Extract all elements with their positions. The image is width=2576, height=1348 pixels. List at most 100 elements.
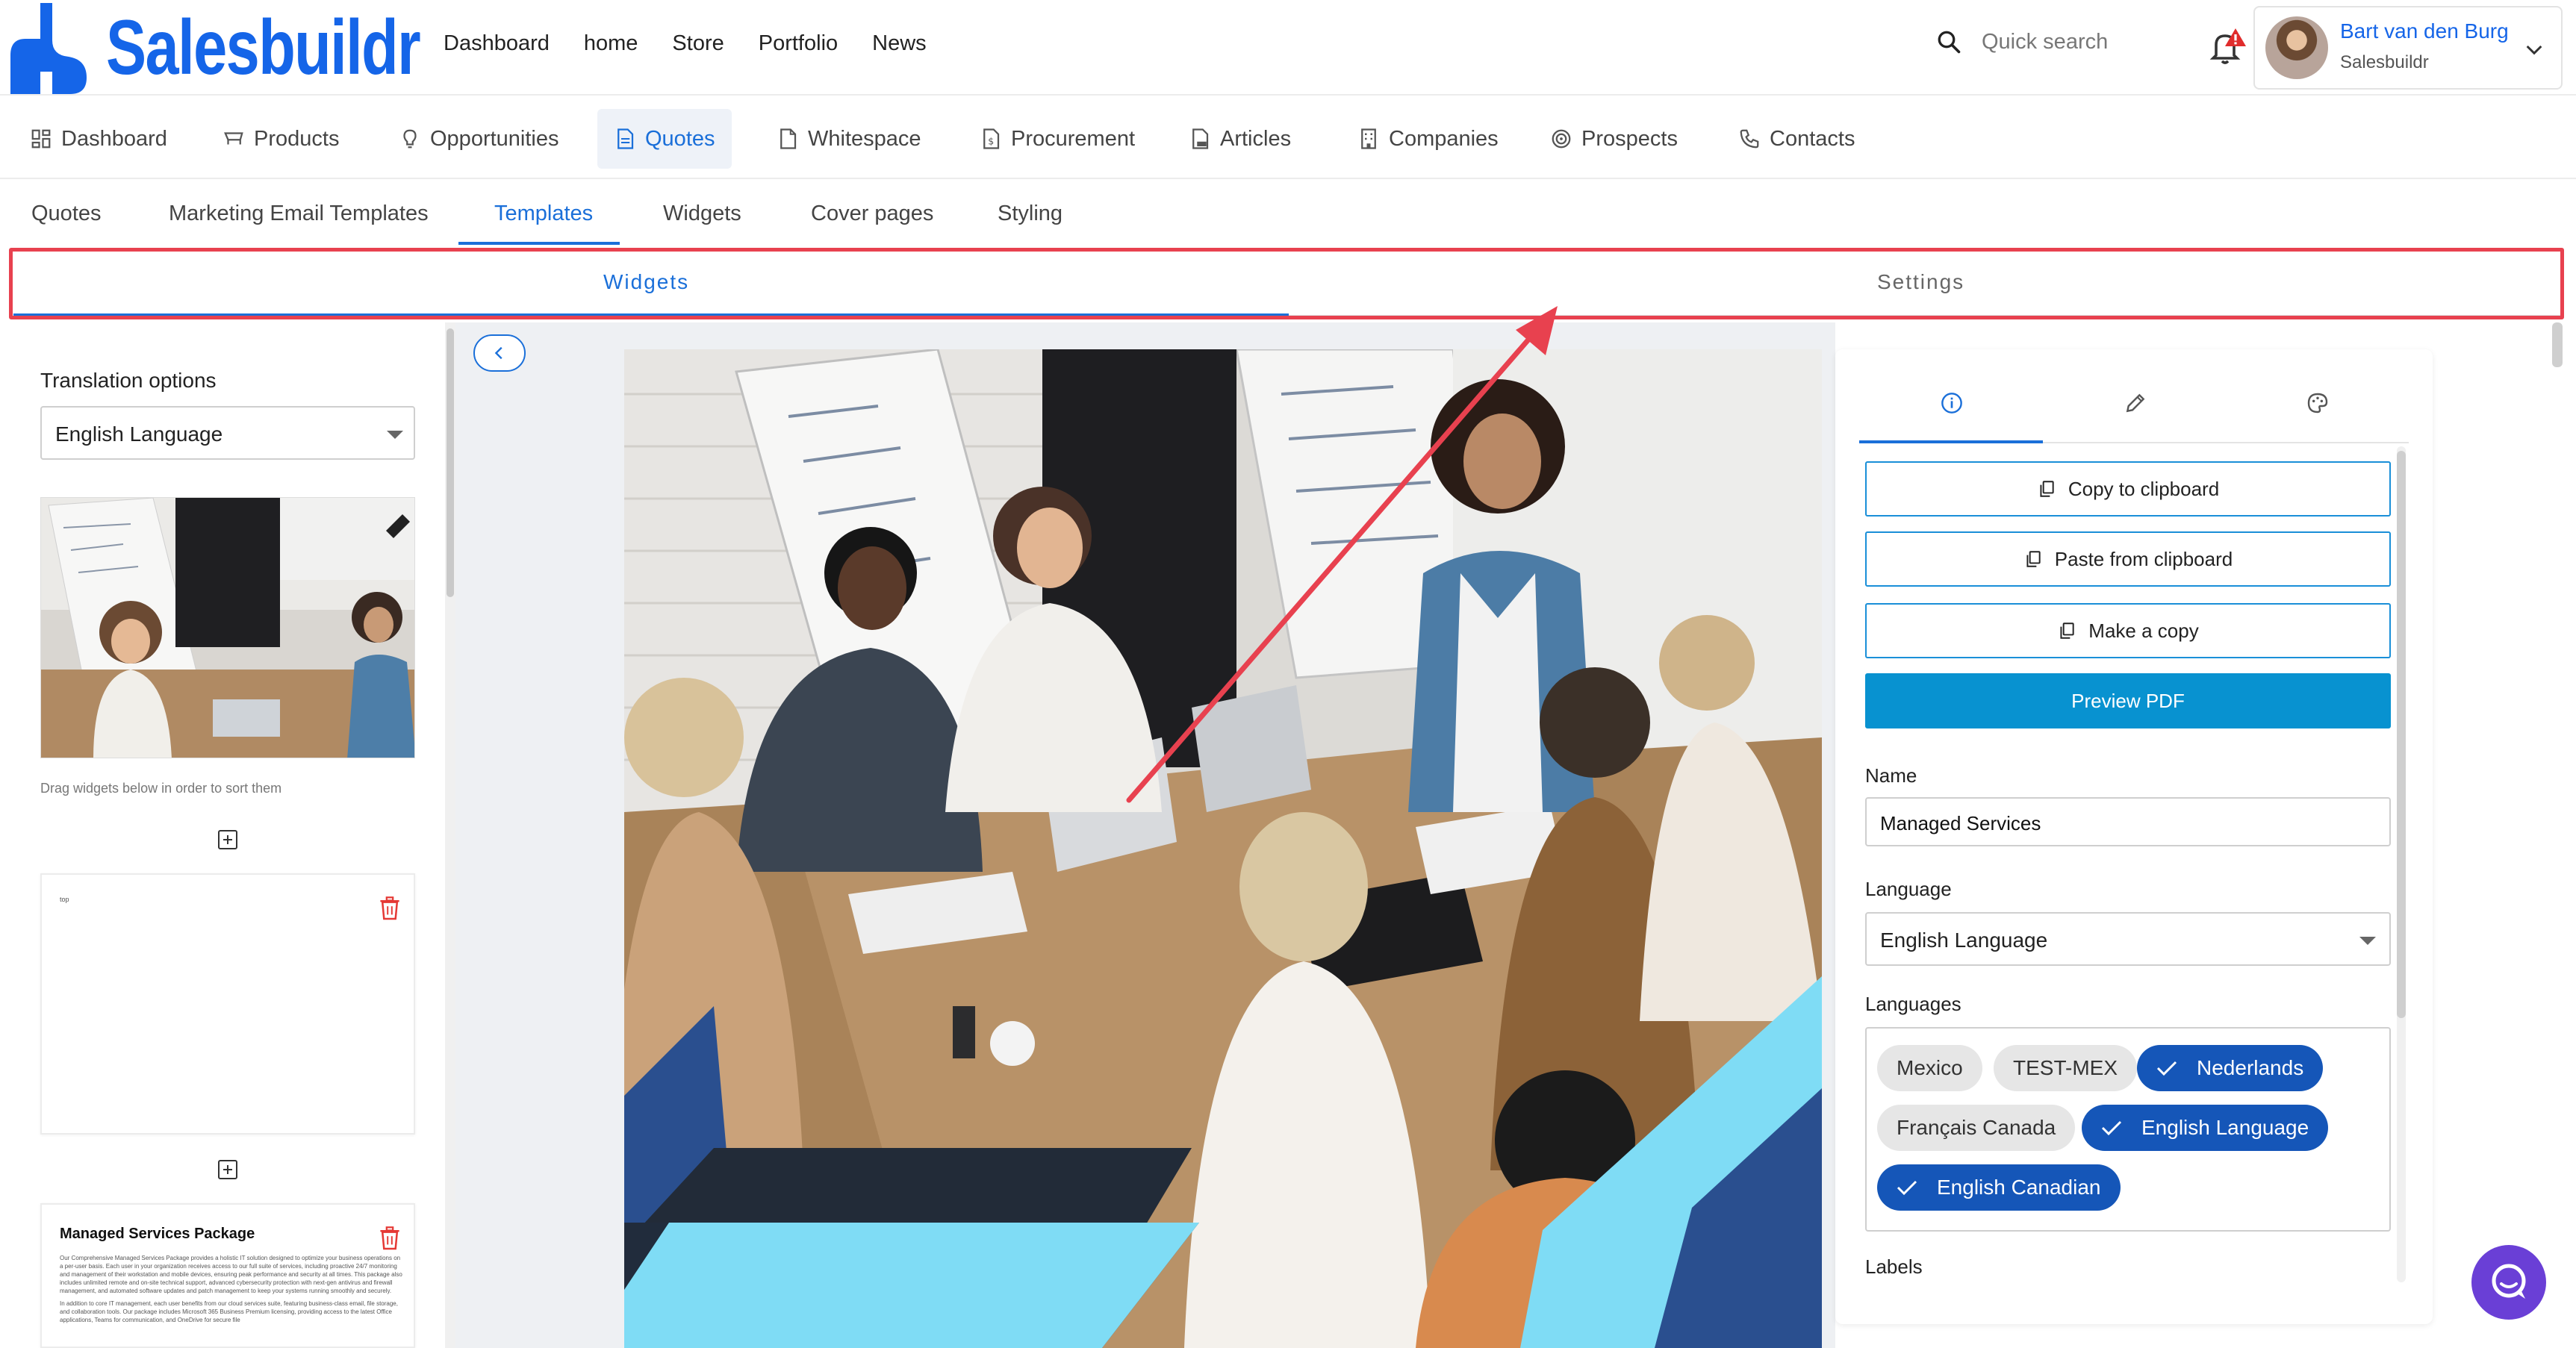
module-articles[interactable]: Articles (1172, 109, 1307, 169)
salesbuildr-logo-icon (10, 3, 87, 94)
top-nav-home[interactable]: home (584, 31, 638, 56)
module-label: Products (254, 126, 340, 151)
top-nav-portfolio[interactable]: Portfolio (759, 31, 838, 56)
module-products[interactable]: Products (206, 109, 355, 169)
translation-select-value: English Language (55, 422, 223, 446)
name-label: Name (1865, 764, 1917, 787)
checkmark-icon (1897, 1180, 1917, 1196)
preview-pdf-button[interactable]: Preview PDF (1865, 673, 2391, 728)
sub-nav: Quotes Marketing Email Templates Templat… (0, 181, 2576, 246)
pencil-icon[interactable] (2124, 391, 2147, 415)
module-procurement[interactable]: $ Procurement (963, 109, 1151, 169)
info-icon[interactable] (1940, 391, 1964, 415)
user-organization: Salesbuildr (2340, 52, 2429, 72)
file-pdf-icon (1192, 128, 1209, 149)
top-nav-news[interactable]: News (872, 31, 927, 56)
paste-from-clipboard-button[interactable]: Paste from clipboard (1865, 531, 2391, 587)
widget-card-body: Our Comprehensive Managed Services Packa… (60, 1254, 403, 1324)
chat-icon (2492, 1264, 2526, 1299)
phone-icon (1740, 129, 1759, 149)
translation-select[interactable]: English Language (40, 406, 415, 460)
chevron-down-icon (2526, 45, 2542, 55)
module-label: Procurement (1011, 126, 1136, 151)
chip-label: Nederlands (2197, 1056, 2304, 1079)
language-select-value: English Language (1880, 929, 2048, 952)
make-a-copy-button[interactable]: Make a copy (1865, 603, 2391, 658)
labels-label: Labels (1865, 1255, 1923, 1278)
caret-down-icon (2359, 937, 2376, 945)
subtab-cover-pages[interactable]: Cover pages (811, 202, 933, 226)
chip-label: Mexico (1897, 1056, 1963, 1079)
name-input-value: Managed Services (1880, 812, 2041, 834)
module-label: Articles (1220, 126, 1292, 151)
left-scrollbar-thumb[interactable] (447, 328, 454, 597)
module-companies[interactable]: Companies (1341, 109, 1515, 169)
subtab-marketing-email-templates[interactable]: Marketing Email Templates (169, 202, 429, 226)
language-chip-english-language[interactable]: English Language (2082, 1105, 2329, 1151)
language-chip-nederlands[interactable]: Nederlands (2137, 1045, 2324, 1091)
copy-to-clipboard-button[interactable]: Copy to clipboard (1865, 461, 2391, 517)
module-quotes[interactable]: Quotes (597, 109, 732, 169)
user-name: Bart van den Burg (2340, 19, 2509, 43)
top-nav-store[interactable]: Store (672, 31, 724, 56)
avatar (2265, 16, 2328, 79)
module-prospects[interactable]: Prospects (1534, 109, 1694, 169)
trash-icon[interactable] (379, 896, 400, 921)
module-label: Quotes (645, 126, 715, 151)
subtab-quotes[interactable]: Quotes (31, 202, 102, 226)
copy-icon (2040, 481, 2054, 497)
name-input[interactable]: Managed Services (1865, 797, 2391, 846)
brand-logo[interactable]: Salesbuildr (6, 0, 508, 96)
cart-icon (224, 132, 243, 145)
module-contacts[interactable]: Contacts (1722, 109, 1871, 169)
file-icon (780, 128, 797, 149)
language-label: Language (1865, 878, 1952, 900)
copy-icon (2060, 622, 2074, 639)
button-label: Copy to clipboard (2068, 477, 2220, 500)
user-menu[interactable]: Bart van den Burg Salesbuildr (2253, 6, 2563, 90)
module-whitespace[interactable]: Whitespace (760, 109, 938, 169)
languages-multiselect[interactable]: Mexico TEST-MEX Nederlands Français Cana… (1865, 1027, 2391, 1232)
subtab-widgets[interactable]: Widgets (663, 202, 741, 226)
trash-icon[interactable] (379, 1226, 400, 1251)
grid-icon (31, 129, 51, 149)
panel-scrollbar-thumb[interactable] (2397, 451, 2406, 1018)
language-select[interactable]: English Language (1865, 912, 2391, 966)
language-chip-francais-canada[interactable]: Français Canada (1877, 1105, 2076, 1151)
chip-label: Français Canada (1897, 1116, 2056, 1139)
active-panel-tab-indicator (1859, 440, 2043, 443)
document-icon (617, 128, 634, 149)
add-widget-plus-icon[interactable] (218, 830, 237, 849)
add-widget-plus-icon[interactable] (218, 1160, 237, 1179)
language-chip-english-canadian[interactable]: English Canadian (1877, 1164, 2121, 1211)
page-scrollbar-thumb[interactable] (2552, 322, 2563, 367)
top-nav: Dashboard home Store Portfolio News (444, 31, 961, 56)
search-icon (1938, 31, 1961, 54)
quick-search[interactable]: Quick search (1935, 28, 2108, 55)
palette-icon[interactable] (2306, 391, 2330, 415)
chat-support-button[interactable] (2471, 1245, 2546, 1320)
collapse-panel-button[interactable] (473, 334, 526, 372)
subtab-templates[interactable]: Templates (494, 202, 593, 226)
brand-name: Salesbuildr (106, 4, 421, 91)
module-opportunities[interactable]: Opportunities (382, 109, 576, 169)
widget-card-top[interactable]: top (40, 873, 415, 1135)
module-label: Contacts (1770, 126, 1855, 151)
language-chip-mexico[interactable]: Mexico (1877, 1045, 1982, 1091)
template-page-preview[interactable] (624, 349, 1822, 1348)
module-dashboard[interactable]: Dashboard (13, 109, 184, 169)
top-nav-dashboard[interactable]: Dashboard (444, 31, 550, 56)
widget-card-managed-services[interactable]: Managed Services Package Our Comprehensi… (40, 1203, 415, 1348)
module-label: Opportunities (430, 126, 559, 151)
widget-properties-panel: Copy to clipboard Paste from clipboard M… (1835, 349, 2433, 1324)
panel-tab-divider (2043, 442, 2409, 443)
widget-card-text: top (60, 896, 69, 903)
cover-thumbnail[interactable] (40, 497, 415, 758)
checkmark-icon (2156, 1061, 2177, 1076)
notification-bell-icon[interactable] (2206, 27, 2247, 69)
drag-hint-text: Drag widgets below in order to sort them (40, 781, 282, 796)
chevron-left-icon (494, 346, 503, 360)
subtab-styling[interactable]: Styling (998, 202, 1063, 226)
widget-card-paragraph: In addition to core IT management, each … (60, 1300, 398, 1323)
language-chip-test-mex[interactable]: TEST-MEX (1994, 1045, 2138, 1091)
